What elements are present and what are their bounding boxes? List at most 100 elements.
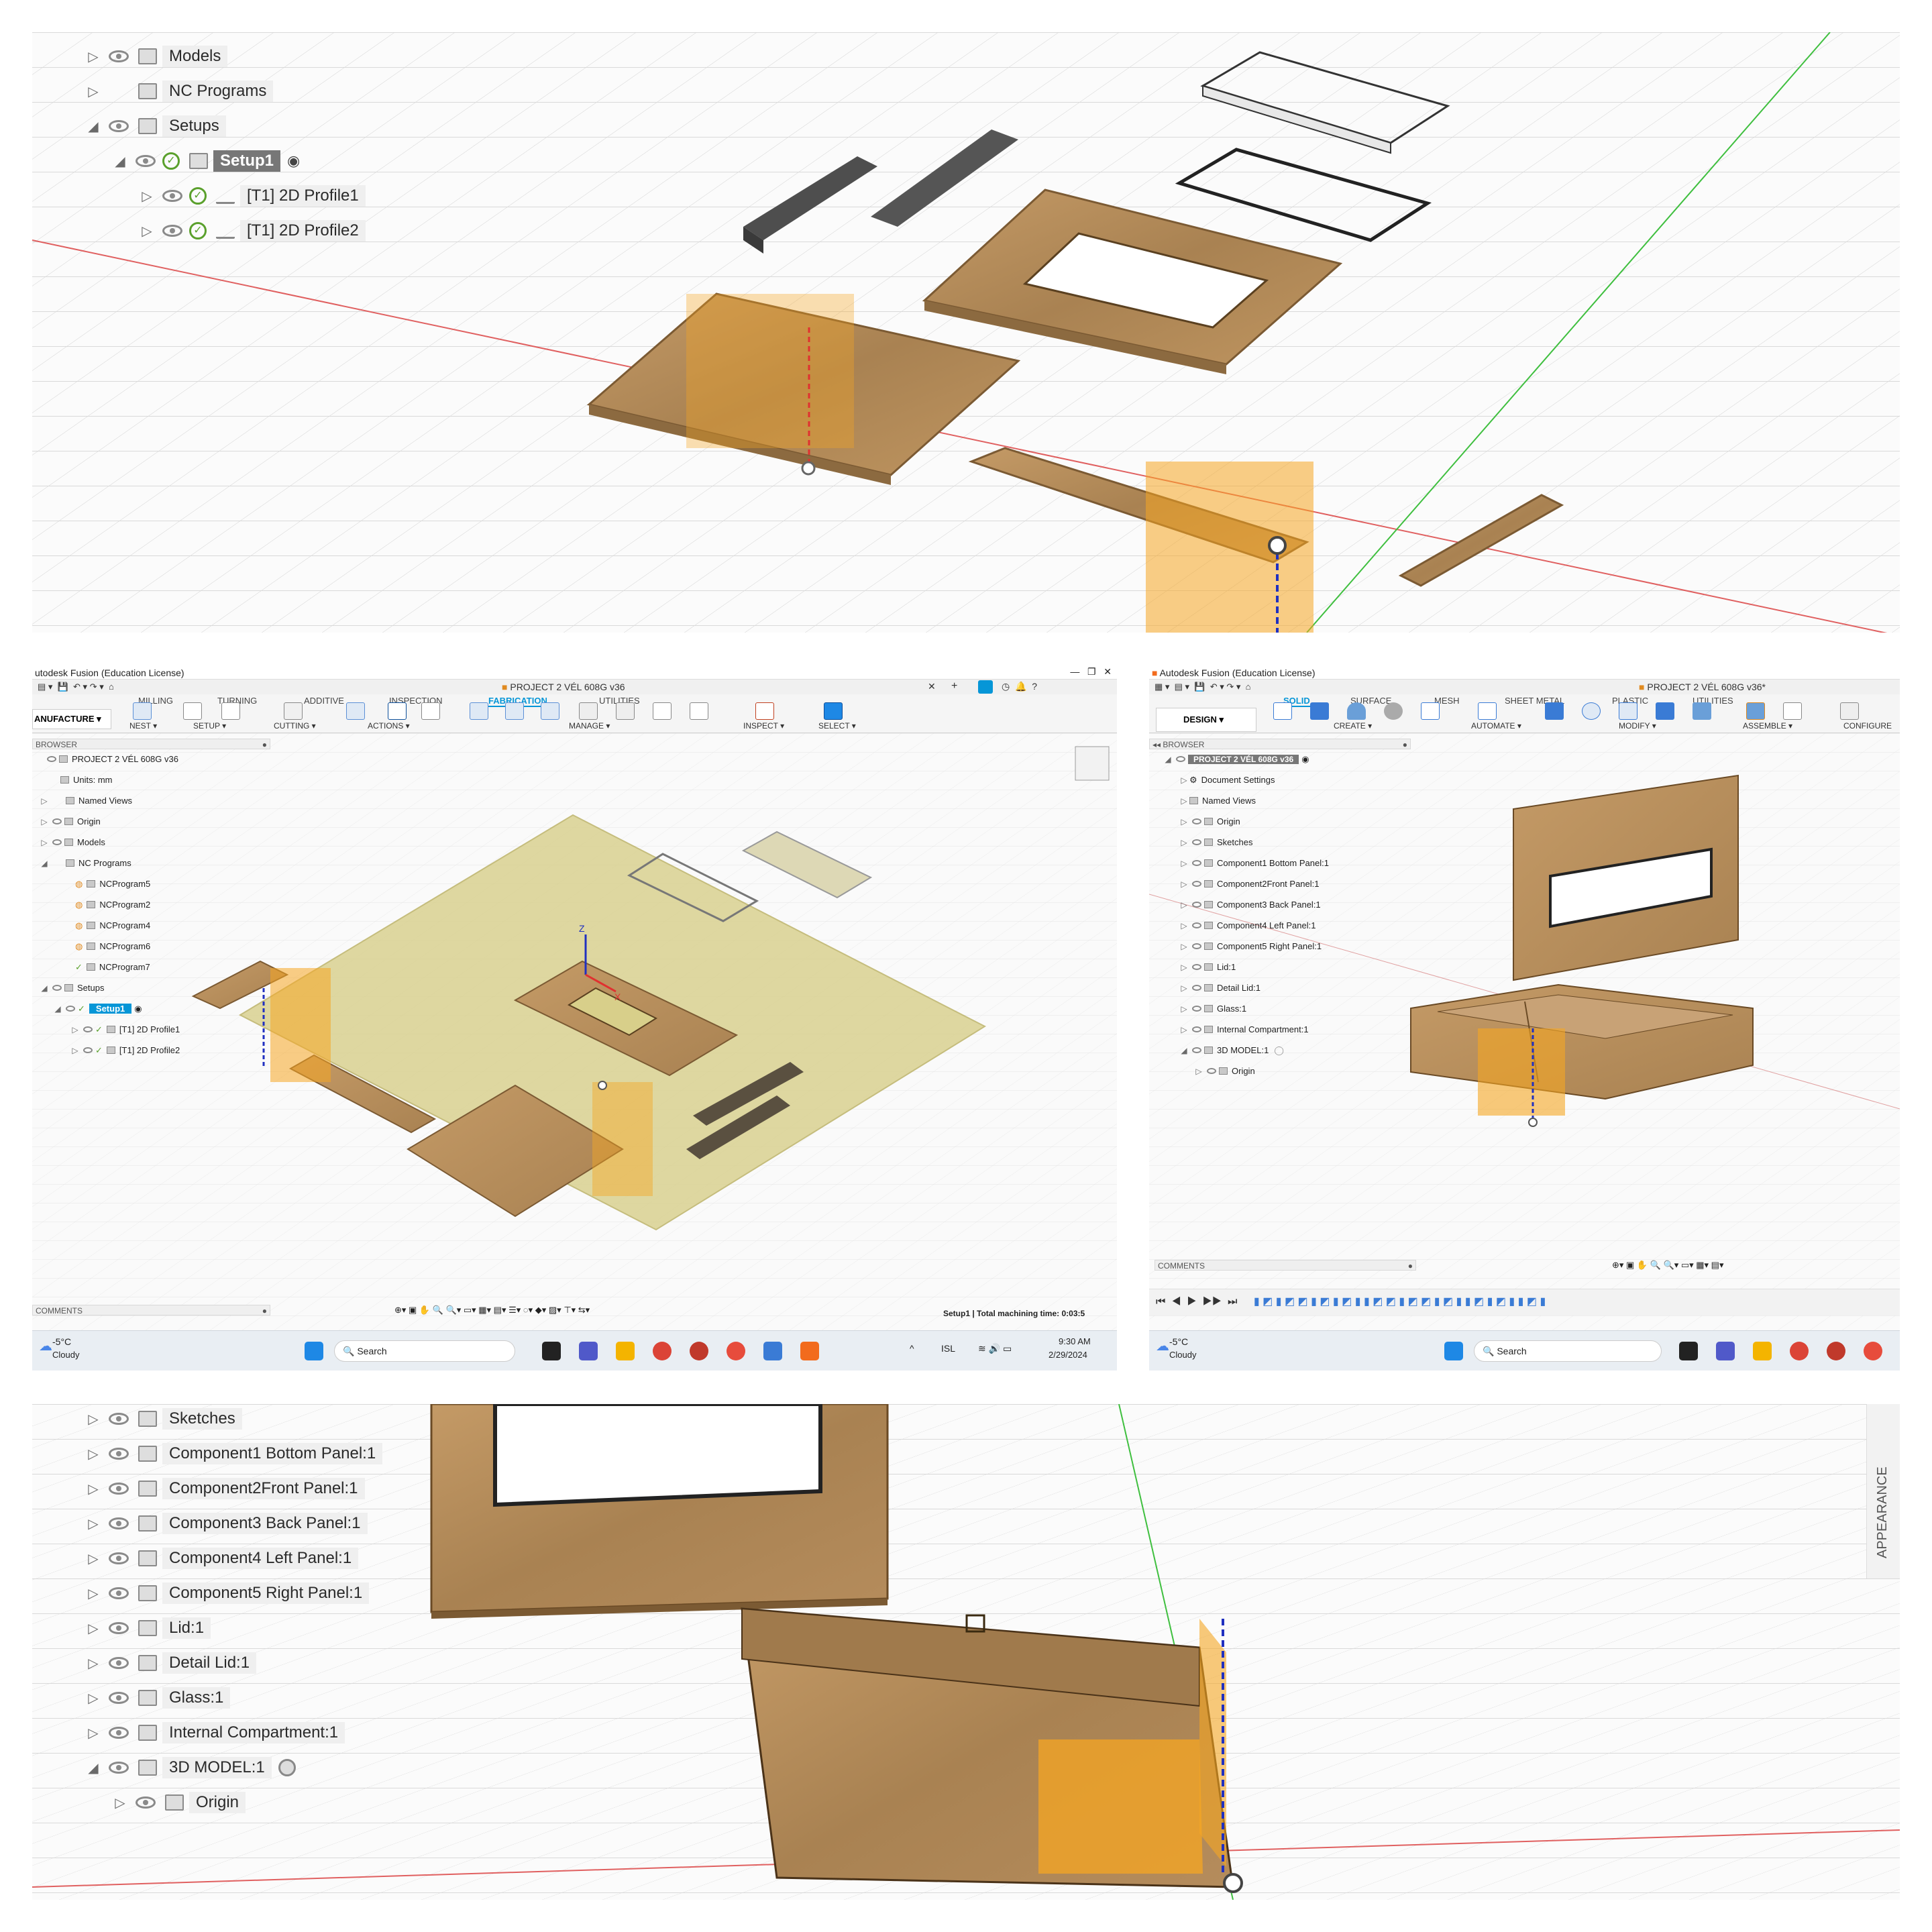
timeline-features[interactable]: ▮ ◩ ▮ ◩ ◩ ▮ ◩ ▮ ◩ ▮ ▮ ◩ ◩ ▮ ◩ ◩ ▮ ◩ ▮ ▮ … [1254, 1296, 1546, 1307]
eye-icon[interactable] [1192, 922, 1201, 928]
tree-row-component5[interactable]: ▷ Component5 Right Panel:1 [85, 1578, 370, 1608]
clock-date[interactable]: 2/29/2024 [1049, 1350, 1087, 1360]
measure-icon[interactable] [755, 702, 774, 720]
machine-library-icon[interactable] [616, 702, 635, 720]
browser-item-lid[interactable]: ▷ Lid:1 [1179, 961, 1236, 973]
tab-additive[interactable]: ADDITIVE [304, 696, 344, 706]
group-cutting[interactable]: CUTTING ▾ [274, 721, 316, 731]
group-manage[interactable]: MANAGE ▾ [569, 721, 610, 731]
shell-icon[interactable] [1656, 702, 1674, 720]
folder-icon[interactable] [183, 702, 202, 720]
tray-chevron-icon[interactable]: ^ [910, 1343, 914, 1354]
chrome-icon[interactable] [1790, 1342, 1809, 1360]
eye-icon[interactable] [109, 1622, 129, 1634]
eye-hidden-icon[interactable] [83, 1047, 93, 1053]
eye-icon[interactable] [47, 756, 56, 762]
windows-start-icon[interactable] [305, 1342, 323, 1360]
browser-item-detail-lid[interactable]: ▷ Detail Lid:1 [1179, 982, 1260, 994]
tree-row-glass[interactable]: ▷ Glass:1 [85, 1683, 231, 1713]
appearance-panel-tab[interactable]: APPEARANCE [1866, 1404, 1900, 1578]
eye-icon[interactable] [109, 120, 129, 132]
document-tab[interactable]: ■ PROJECT 2 VÉL 608G v36* [1639, 682, 1766, 692]
workspace-dropdown[interactable]: ANUFACTURE ▾ [32, 709, 111, 729]
eye-icon[interactable] [1192, 839, 1201, 845]
eye-icon[interactable] [109, 1552, 129, 1564]
group-actions[interactable]: ACTIONS ▾ [368, 721, 410, 731]
file-menu-icon[interactable]: ▤ ▾ 💾 ↶ ▾ ↷ ▾ ⌂ [38, 682, 114, 692]
tree-row-setup1[interactable]: ◢ ✓ Setup1 ◉ [111, 146, 300, 176]
eye-icon[interactable] [109, 1657, 129, 1669]
eye-icon[interactable] [109, 1483, 129, 1495]
browser-item-component3[interactable]: ▷ Component3 Back Panel:1 [1179, 899, 1320, 910]
tree-row-component2[interactable]: ▷ Component2Front Panel:1 [85, 1474, 365, 1503]
eye-icon[interactable] [1192, 1026, 1201, 1032]
eye-icon[interactable] [109, 1692, 129, 1704]
select-icon[interactable] [824, 702, 843, 720]
eye-icon[interactable] [1192, 818, 1201, 824]
eye-icon[interactable] [109, 1727, 129, 1739]
eye-icon[interactable] [109, 1413, 129, 1425]
app-icon[interactable] [1827, 1342, 1845, 1360]
file-explorer-icon[interactable] [1753, 1342, 1772, 1360]
eye-icon[interactable] [1192, 985, 1201, 991]
browser-item-glass[interactable]: ▷ Glass:1 [1179, 1003, 1246, 1014]
browser-item-ncprogram4[interactable]: ◍ NCProgram4 [75, 920, 150, 931]
radio-icon[interactable]: ◉ [1301, 754, 1309, 765]
manage-icon-3[interactable] [541, 702, 559, 720]
browser-item-component1[interactable]: ▷ Component1 Bottom Panel:1 [1179, 857, 1329, 869]
language-indicator[interactable]: ISL [941, 1343, 955, 1354]
extrude-icon[interactable] [1310, 702, 1329, 720]
automate-icon[interactable] [1478, 702, 1497, 720]
browser-item-3d-model[interactable]: ◢ 3D MODEL:1 ◯ [1179, 1044, 1284, 1056]
group-assemble[interactable]: ASSEMBLE ▾ [1743, 721, 1792, 731]
group-automate[interactable]: AUTOMATE ▾ [1471, 721, 1521, 731]
app-icon-3[interactable] [763, 1342, 782, 1360]
pattern-icon[interactable] [1421, 702, 1440, 720]
radio-icon[interactable]: ◉ [287, 152, 300, 170]
simulate-icon[interactable] [346, 702, 365, 720]
manage-icon-2[interactable] [505, 702, 524, 720]
tree-row-internal-compartment[interactable]: ▷ Internal Compartment:1 [85, 1718, 345, 1748]
browser-item-ncprogram2[interactable]: ◍ NCProgram2 [75, 899, 150, 910]
group-configure[interactable]: CONFIGURE [1843, 721, 1892, 731]
press-pull-icon[interactable] [1545, 702, 1564, 720]
radio-icon[interactable] [278, 1759, 296, 1776]
taskbar-search[interactable]: 🔍 Search [1474, 1340, 1662, 1362]
teams-icon[interactable] [1716, 1342, 1735, 1360]
post-process-icon[interactable] [388, 702, 407, 720]
eye-hidden-icon[interactable] [52, 818, 62, 824]
eye-icon[interactable] [1192, 1006, 1201, 1012]
eye-icon[interactable] [109, 50, 129, 62]
notification-icons[interactable]: ◷ 🔔 ? [1002, 681, 1037, 692]
eye-icon[interactable] [1176, 756, 1185, 762]
comments-header[interactable]: COMMENTS ● [32, 1305, 270, 1316]
manage-icon-1[interactable] [470, 702, 488, 720]
browser-item-ncprogram5[interactable]: ◍ NCProgram5 [75, 878, 150, 890]
windows-start-icon[interactable] [1444, 1342, 1463, 1360]
combine-icon[interactable] [1693, 702, 1711, 720]
eye-icon[interactable] [1207, 1068, 1216, 1074]
eye-icon[interactable] [109, 1762, 129, 1774]
top-viewport[interactable] [32, 32, 1900, 633]
group-inspect[interactable]: INSPECT ▾ [743, 721, 784, 731]
chrome-icon[interactable] [653, 1342, 672, 1360]
file-menu-icon[interactable]: ▦ ▾ ▤ ▾ 💾 ↶ ▾ ↷ ▾ ⌂ [1155, 682, 1250, 692]
tool-library-icon[interactable] [579, 702, 598, 720]
eye-icon[interactable] [52, 985, 62, 991]
tree-row-setups[interactable]: ◢ Setups [85, 111, 226, 141]
post-library-icon[interactable] [653, 702, 672, 720]
tree-row-profile1[interactable]: ▷ ✓ [T1] 2D Profile1 [138, 181, 366, 211]
browser-item-component4[interactable]: ▷ Component4 Left Panel:1 [1179, 920, 1316, 931]
window-controls[interactable]: — ❐ ✕ [1070, 666, 1112, 678]
app-icon-2[interactable] [1864, 1342, 1882, 1360]
browser-item-origin[interactable]: ▷ Origin [39, 816, 100, 827]
setup-sheet-icon[interactable] [421, 702, 440, 720]
browser-item-document-settings[interactable]: ▷ ⚙ Document Settings [1179, 774, 1275, 786]
tree-row-profile2[interactable]: ▷ ✓ [T1] 2D Profile2 [138, 216, 366, 246]
eye-icon[interactable] [52, 839, 62, 845]
group-create[interactable]: CREATE ▾ [1334, 721, 1372, 731]
browser-item-ncprogram6[interactable]: ◍ NCProgram6 [75, 941, 150, 952]
radio-icon[interactable]: ◉ [134, 1004, 142, 1014]
browser-item-ncprogram7[interactable]: ✓ NCProgram7 [75, 961, 150, 973]
new-tab-icon[interactable]: + [951, 680, 957, 692]
